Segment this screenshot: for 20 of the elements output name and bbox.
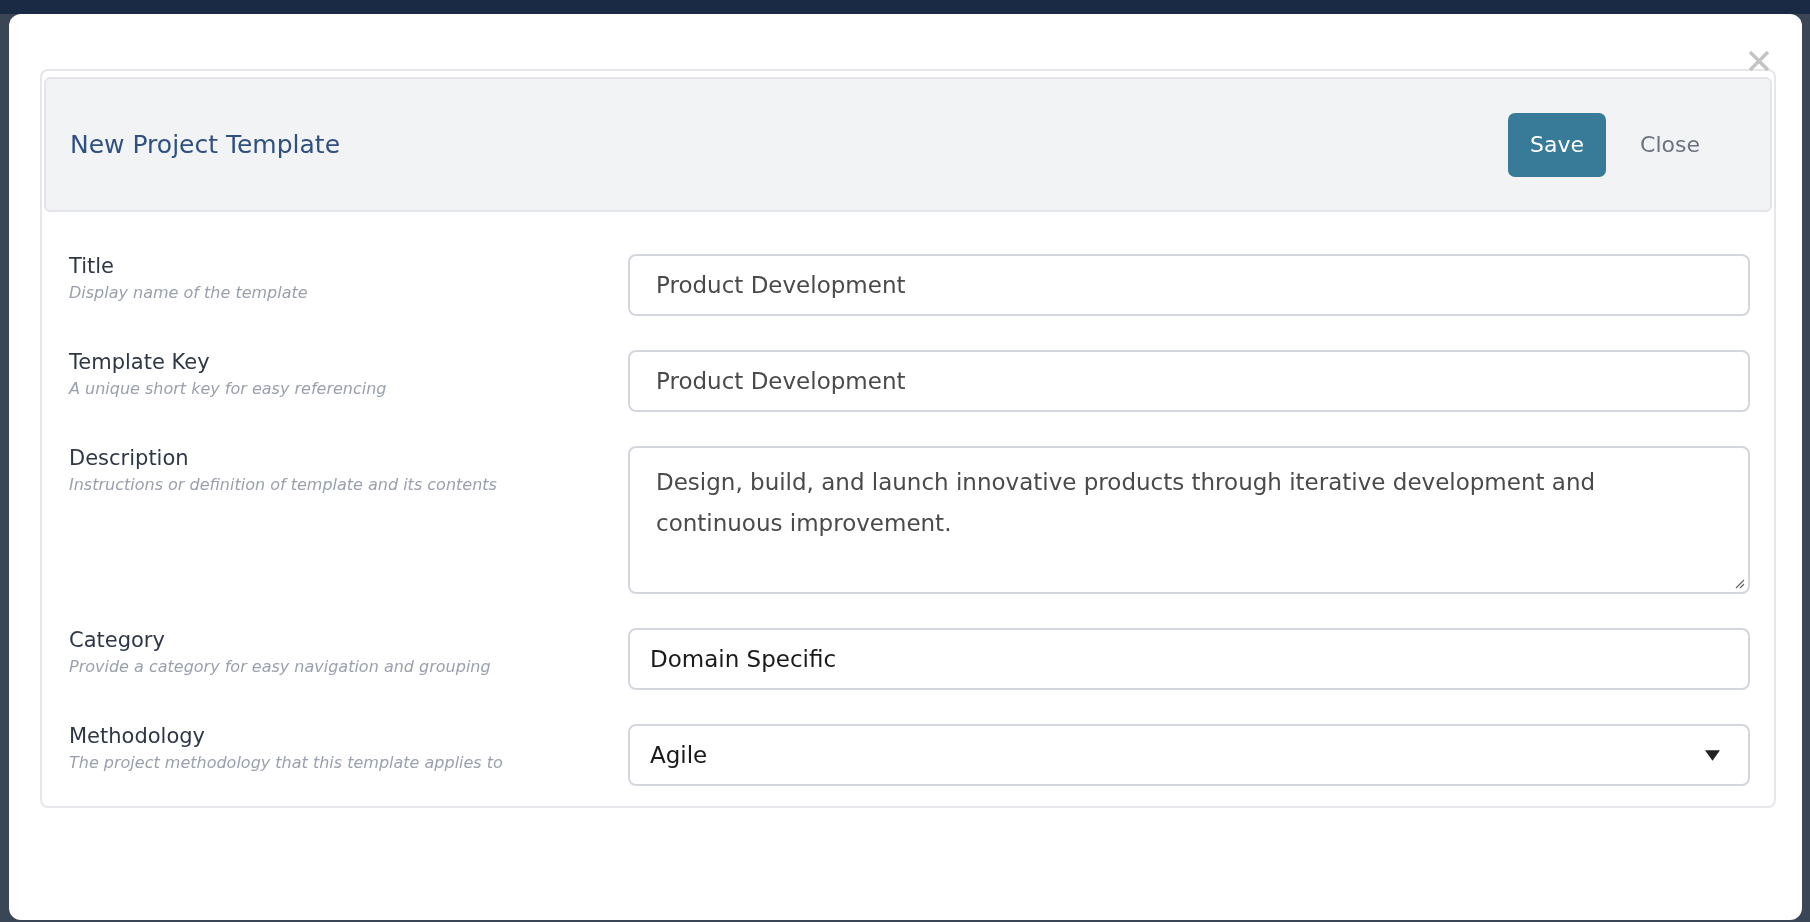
resize-handle-icon[interactable] <box>1735 579 1745 589</box>
field-hint: The project methodology that this template applies to <box>69 753 504 772</box>
field-hint: A unique short key for easy referencing <box>69 379 388 398</box>
field-label: Description <box>69 446 190 470</box>
field-label: Template Key <box>69 350 211 374</box>
input-field[interactable]: Product Development <box>628 254 1750 316</box>
field-hint: Instructions or definition of template and its contents <box>69 475 498 494</box>
text-area[interactable]: Design, build, and launch innovative products through iterative development and continuous improvement. <box>628 446 1750 594</box>
field-label: Title <box>69 254 115 278</box>
input-field[interactable]: Domain Specific <box>628 628 1750 690</box>
caret-icon <box>1705 749 1720 761</box>
dialog-title: New Project Template <box>70 130 341 159</box>
field-hint: Display name of the template <box>69 283 309 302</box>
field-label: Category <box>69 628 166 652</box>
input-field[interactable]: Product Development <box>628 350 1750 412</box>
select-dropdown[interactable]: Agile <box>628 724 1750 786</box>
field-label: Methodology <box>69 724 207 748</box>
close-button[interactable]: Close <box>1618 112 1722 177</box>
field-hint: Provide a category for easy navigation and grouping <box>69 657 492 676</box>
save-button[interactable]: Save <box>1508 112 1607 177</box>
